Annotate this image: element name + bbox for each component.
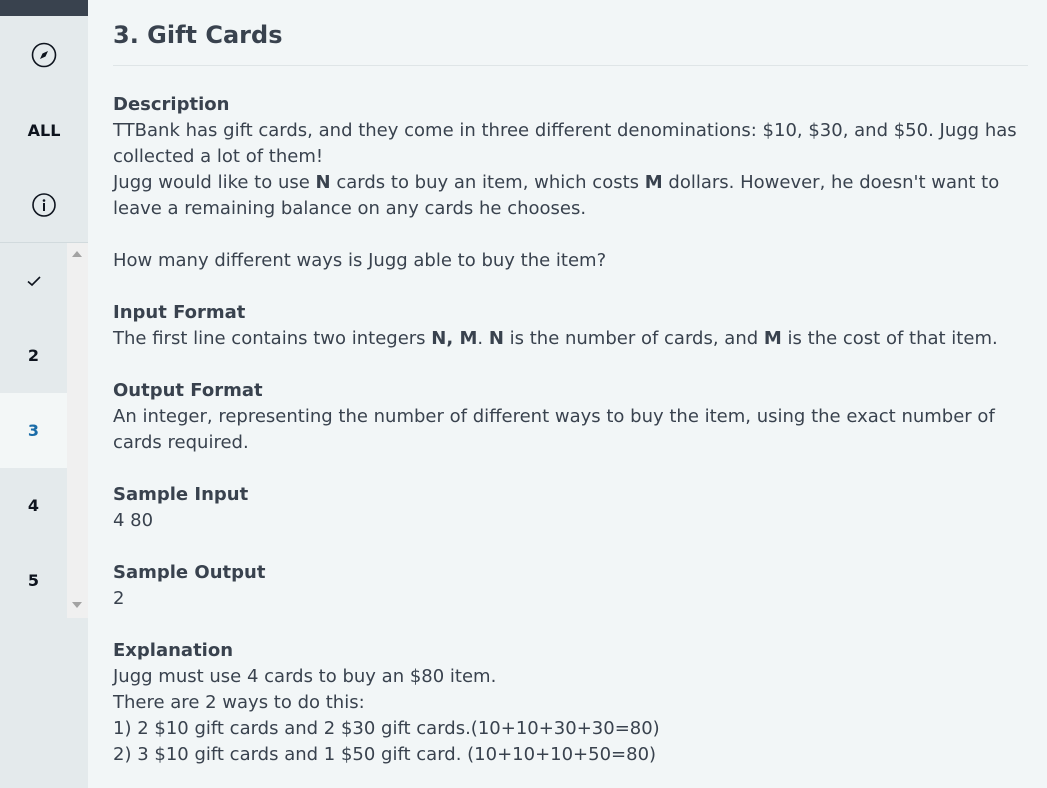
question-number: 2 — [27, 346, 40, 365]
input-format-heading: Input Format — [113, 302, 246, 323]
explanation-line: 1) 2 $10 gift cards and 2 $30 gift cards… — [113, 718, 660, 739]
input-format-text: The first line contains two integers N, … — [113, 328, 998, 349]
sample-input-heading: Sample Input — [113, 484, 249, 505]
sidebar-top-bar — [0, 0, 88, 16]
question-list-scrollbar[interactable] — [67, 243, 88, 618]
problem-title: 3. Gift Cards — [113, 21, 283, 49]
question-number: 5 — [27, 571, 40, 590]
output-format-heading: Output Format — [113, 380, 263, 401]
info-button[interactable] — [0, 168, 88, 242]
description-line-1: TTBank has gift cards, and they come in … — [113, 120, 1017, 167]
explanation-line: Jugg must use 4 cards to buy an $80 item… — [113, 666, 497, 687]
info-icon — [32, 193, 56, 217]
question-number: 3 — [27, 421, 40, 440]
compass-icon — [31, 42, 57, 68]
scroll-down-arrow-icon[interactable] — [72, 602, 82, 608]
description-line-2: Jugg would like to use N cards to buy an… — [113, 172, 1000, 219]
output-format-text: An integer, representing the number of d… — [113, 406, 995, 453]
sample-output-value: 2 — [113, 588, 125, 609]
question-item-completed[interactable] — [0, 243, 67, 318]
question-item-3[interactable]: 3 — [0, 393, 67, 468]
explanation-line: There are 2 ways to do this: — [113, 692, 365, 713]
sample-output-heading: Sample Output — [113, 562, 266, 583]
explanation-line: 2) 3 $10 gift cards and 1 $50 gift card.… — [113, 744, 657, 765]
sample-input-value: 4 80 — [113, 510, 154, 531]
description-heading: Description — [113, 94, 230, 115]
sidebar: ALL 2 3 4 5 — [0, 0, 88, 788]
question-item-2[interactable]: 2 — [0, 318, 67, 393]
question-item-4[interactable]: 4 — [0, 468, 67, 543]
explanation-heading: Explanation — [113, 640, 234, 661]
compass-button[interactable] — [0, 18, 88, 92]
question-list: 2 3 4 5 — [0, 243, 67, 618]
description-question: How many different ways is Jugg able to … — [113, 250, 607, 271]
question-number: 4 — [27, 496, 40, 515]
title-divider — [113, 65, 1028, 66]
question-item-5[interactable]: 5 — [0, 543, 67, 618]
scroll-up-arrow-icon[interactable] — [72, 251, 82, 257]
all-questions-label: ALL — [27, 120, 61, 140]
check-icon — [26, 275, 41, 286]
problem-statement: Description TTBank has gift cards, and t… — [113, 92, 1033, 768]
all-questions-button[interactable]: ALL — [0, 93, 88, 167]
